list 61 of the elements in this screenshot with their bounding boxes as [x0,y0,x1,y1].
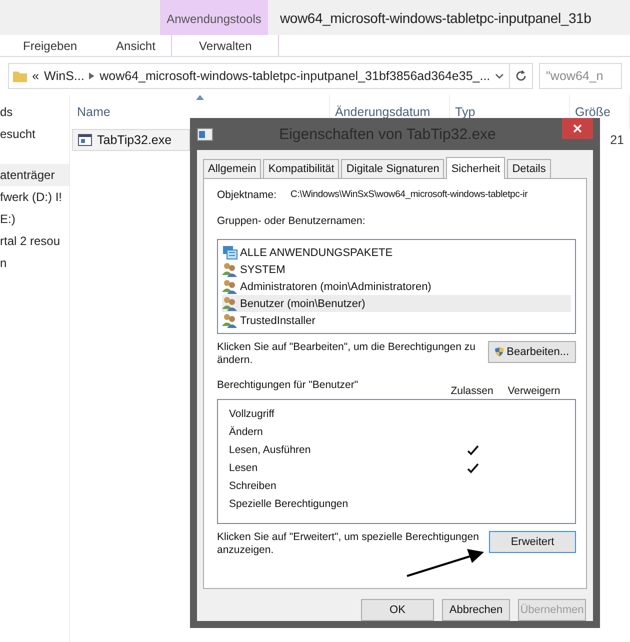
chevron-icon [89,72,95,80]
advanced-button[interactable]: Erweitert [489,531,576,553]
section-label: Gruppen- oder Benutzernamen: [217,215,366,227]
nav-item[interactable]: rtal 2 resou [0,230,69,252]
permission-name: Lesen, Ausführen [229,444,312,456]
nav-item[interactable]: ds [0,101,69,123]
ribbon-tab[interactable]: Ansicht [93,35,172,56]
user-list-item[interactable]: Benutzer (moin\Benutzer) [222,295,571,312]
users-icon [222,279,238,294]
shield-icon [495,345,504,359]
context-tab[interactable]: Anwendungstools [160,0,268,35]
section-label: Berechtigungen für "Benutzer" [217,379,360,391]
nav-item[interactable]: esucht [0,123,69,145]
user-list-item[interactable]: TrustedInstaller [222,312,571,329]
object-path: C:\Windows\WinSxS\wow64_microsoft-windows-tabletpc-ir [290,189,528,201]
file-item[interactable]: TabTip32.exe [72,129,190,151]
breadcrumb-overflow[interactable]: « [32,69,40,83]
permission-name: Lesen [229,462,259,474]
user-list-item[interactable]: SYSTEM [222,261,571,278]
nav-item[interactable]: fwerk (D:) I! [0,186,69,208]
nav-item[interactable]: n [0,252,69,274]
program-icon [197,128,213,140]
search-field[interactable]: "wow64_n [539,63,622,89]
window-title: wow64_microsoft-windows-tabletpc-inputpanel_31b [279,8,592,28]
tab[interactable]: Sicherheit [446,157,506,179]
permission-name: Schreiben [229,480,278,492]
dropdown-icon[interactable] [495,72,504,80]
user-list-item[interactable]: Administratoren (moin\Administratoren) [222,278,571,295]
permission-name: Vollzugriff [229,408,276,420]
dialog-button[interactable]: OK [361,599,434,621]
users-icon [222,296,238,311]
hint-text: Klicken Sie auf "Erweitert", um spezielle Berechtigungen anzuzeigen. [217,531,480,557]
address-bar[interactable]: « WinS... wow64_microsoft-windows-tabletpc-inputpanel_31bf3856ad364e35_... [8,63,533,89]
tab[interactable]: Details [507,159,551,178]
folder-icon [13,69,28,83]
breadcrumb[interactable]: wow64_microsoft-windows-tabletpc-inputpanel_31bf3856ad364e35_... [100,69,490,83]
ribbon-tab[interactable]: Freigeben [0,35,94,56]
breadcrumb[interactable]: WinS... [44,69,84,83]
hint-text: Klicken Sie auf "Bearbeiten", um die Berechtigungen zu ändern. [217,341,476,367]
permission-name: Ändern [229,426,264,438]
users-icon [222,262,238,277]
tab[interactable]: Kompatibilität [263,159,340,178]
users-icon [222,313,238,328]
column-header: Zulassen [450,385,494,397]
tab[interactable]: Allgemein [203,159,262,178]
close-button[interactable] [562,118,593,139]
tab[interactable]: Digitale Signaturen [341,159,444,178]
user-list-item[interactable]: ALLE ANWENDUNGSPAKETE [222,244,571,261]
package-icon [222,245,238,260]
field-label: Objektname: [217,189,277,201]
edit-button[interactable]: Bearbeiten... [488,341,576,363]
close-icon [573,124,582,133]
program-icon [78,134,92,146]
nav-item[interactable]: E:) [0,208,69,230]
refresh-icon [514,70,527,82]
file-size: 21 [610,133,625,147]
nav-section-header[interactable]: atenträger [0,164,69,186]
permission-name: Spezielle Berechtigungen [229,498,350,510]
column-header: Verweigern [506,385,562,397]
sort-caret-icon [196,95,204,100]
dialog-button[interactable]: Abbrechen [442,599,510,621]
